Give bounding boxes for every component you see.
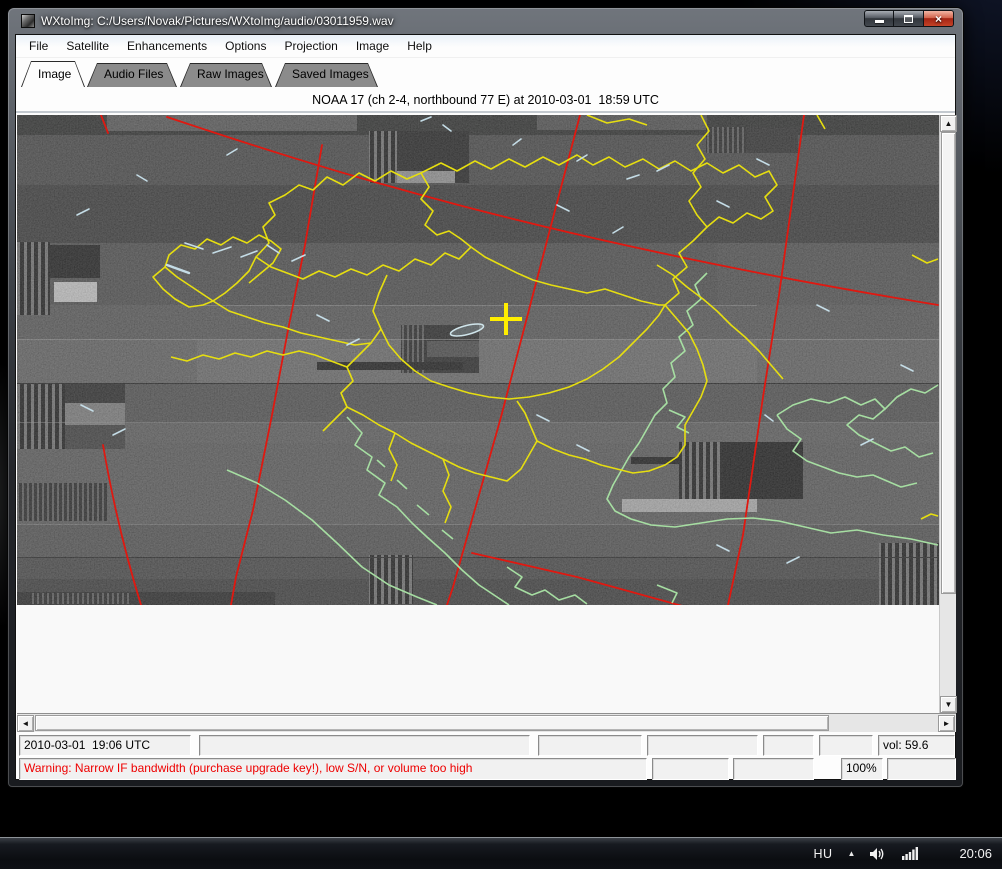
app-icon [21,14,35,28]
warning-field-2 [652,758,729,780]
volume-icon[interactable] [870,847,887,861]
menu-bar: File Satellite Enhancements Options Proj… [16,35,955,58]
scroll-right-button[interactable]: ► [938,715,955,732]
tab-saved-images-label: Saved Images [292,67,369,81]
window-title: WXtoImg: C:/Users/Novak/Pictures/WXtoImg… [41,14,394,28]
menu-help[interactable]: Help [398,36,441,56]
taskbar-clock[interactable]: 20:06 [959,846,992,861]
tab-raw-images-label: Raw Images [197,67,264,81]
desktop: WXtoImg: C:/Users/Novak/Pictures/WXtoImg… [0,0,1002,869]
maximize-button[interactable] [894,10,924,27]
image-header: NOAA 17 (ch 2-4, northbound 77 E) at 201… [16,87,955,113]
image-viewport: ▲ ▼ [17,114,957,713]
client-area: File Satellite Enhancements Options Proj… [15,34,957,780]
warning-message: Warning: Narrow IF bandwidth (purchase u… [19,758,647,780]
satellite-svg [17,114,939,608]
warning-field-3 [733,758,814,780]
language-indicator[interactable]: HU [813,847,832,861]
title-bar[interactable]: WXtoImg: C:/Users/Novak/Pictures/WXtoImg… [8,8,963,34]
close-icon: × [934,11,942,26]
menu-projection[interactable]: Projection [275,36,346,56]
horizontal-scrollbar[interactable]: ◄ ► [17,713,956,732]
status-datetime: 2010-03-01 19:06 UTC [19,735,191,756]
vertical-scrollbar[interactable]: ▲ ▼ [939,115,957,713]
scroll-left-button[interactable]: ◄ [17,715,34,732]
image-noise [17,115,939,605]
window-controls: × [864,10,954,27]
minimize-button[interactable] [864,10,894,27]
warning-field-5 [887,758,956,780]
minimize-icon [874,19,884,23]
status-field-5 [763,735,814,756]
show-hidden-icon[interactable]: ▲ [848,849,856,858]
menu-enhancements[interactable]: Enhancements [118,36,216,56]
network-icon[interactable] [902,847,919,860]
menu-satellite[interactable]: Satellite [57,36,118,56]
status-field-6 [819,735,873,756]
wxtoimg-window: WXtoImg: C:/Users/Novak/Pictures/WXtoImg… [8,8,963,787]
tab-image-label: Image [38,67,72,81]
tab-audio-files-label: Audio Files [104,67,164,81]
status-field-4 [647,735,758,756]
status-field-2 [199,735,530,756]
image-empty-area [17,605,939,713]
taskbar: HU ▲ 20:06 [0,837,1002,869]
system-tray: HU ▲ 20:06 [813,846,1002,861]
menu-file[interactable]: File [20,36,57,56]
satellite-image[interactable] [17,114,939,608]
menu-options[interactable]: Options [216,36,275,56]
status-volume: vol: 59.6 [878,735,955,756]
tab-image[interactable]: Image [21,61,85,87]
vertical-scroll-thumb[interactable] [941,132,956,594]
tab-raw-images[interactable]: Raw Images [180,63,272,87]
tab-saved-images[interactable]: Saved Images [275,63,378,87]
maximize-icon [904,14,913,23]
status-bar: 2010-03-01 19:06 UTC vol: 59.6 [17,735,956,756]
close-button[interactable]: × [924,10,954,27]
warning-bar: Warning: Narrow IF bandwidth (purchase u… [17,758,956,780]
horizontal-scroll-thumb[interactable] [35,715,829,731]
tab-bar: Image Audio Files Raw Images Saved Image… [16,58,955,87]
scroll-down-button[interactable]: ▼ [940,696,957,713]
scroll-up-button[interactable]: ▲ [940,115,957,132]
status-field-3 [538,735,642,756]
tab-audio-files[interactable]: Audio Files [87,63,177,87]
menu-image[interactable]: Image [347,36,398,56]
zoom-level-field: 100% [841,758,883,780]
